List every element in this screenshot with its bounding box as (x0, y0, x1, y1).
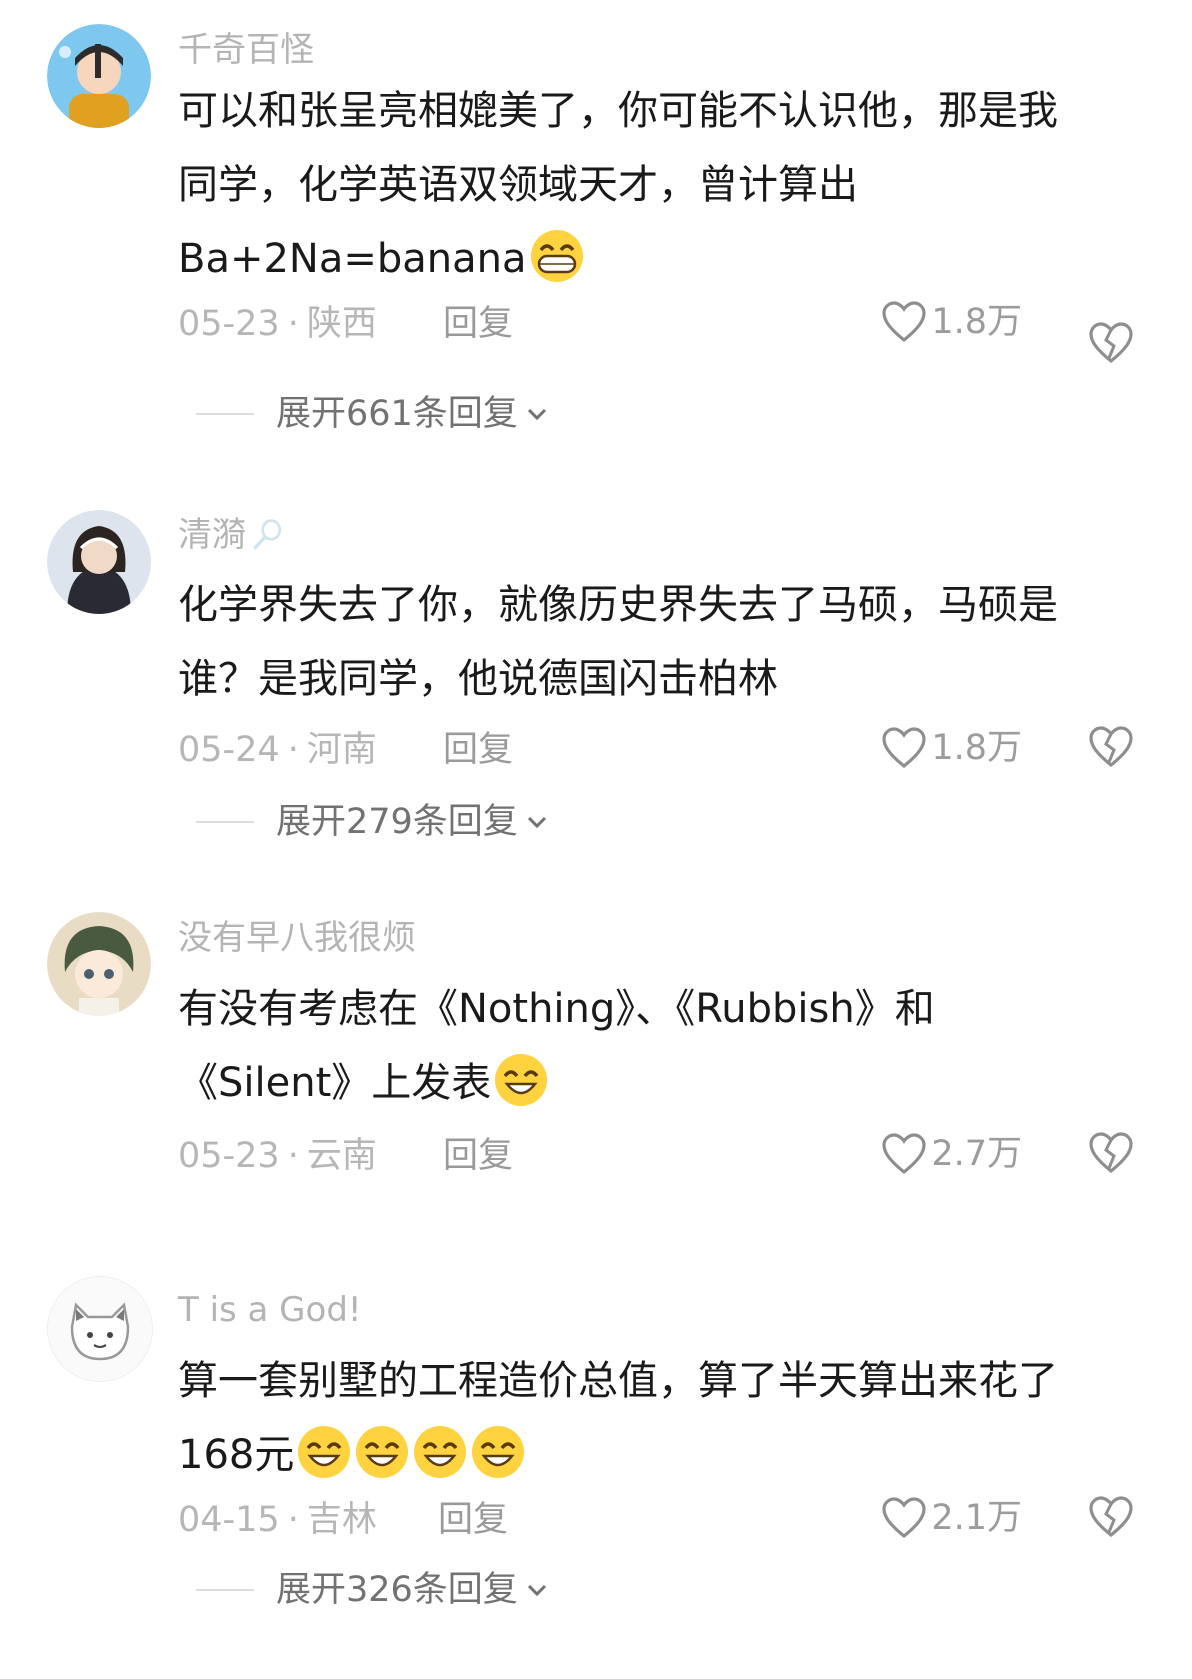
username-text: 清漪 (178, 515, 246, 555)
comment-date: 05-23 (178, 304, 280, 344)
avatar[interactable] (47, 912, 151, 1016)
comment-meta: 05-23 · 云南 (178, 1136, 377, 1176)
like-button[interactable]: 1.8万 (881, 300, 1022, 344)
reply-button[interactable]: 回复 (443, 730, 513, 770)
expand-label: 展开326条回复 (276, 1570, 518, 1610)
comment-date: 05-24 (178, 730, 280, 770)
reply-button[interactable]: 回复 (443, 304, 513, 344)
meta-separator: · (287, 1500, 299, 1540)
chevron-down-icon (527, 1584, 546, 1597)
broken-heart-icon (1089, 322, 1133, 364)
expand-label: 展开279条回复 (276, 802, 518, 842)
smile-emoji-icon (493, 1052, 549, 1108)
comment-line: 168元 (178, 1418, 1138, 1492)
smile-emoji-icon (412, 1424, 468, 1480)
comment-text: 有没有考虑在《Nothing》、《Rubbish》和 《Silent》上发表 (178, 972, 1138, 1120)
username[interactable]: 千奇百怪 (178, 30, 314, 70)
comment-line-text: 《Silent》上发表 (178, 1060, 492, 1106)
dislike-button[interactable] (1088, 1494, 1134, 1540)
username[interactable]: 清漪 (178, 515, 284, 557)
comment-line: 《Silent》上发表 (178, 1046, 1138, 1120)
avatar[interactable] (47, 24, 151, 128)
like-button[interactable]: 1.8万 (881, 726, 1022, 770)
reply-button[interactable]: 回复 (443, 1136, 513, 1176)
dislike-button[interactable] (1088, 1130, 1134, 1176)
comment-text: 化学界失去了你，就像历史界失去了马硕，马硕是 谁？是我同学，他说德国闪击柏林 (178, 568, 1138, 716)
reply-button[interactable]: 回复 (438, 1500, 508, 1540)
comment-line-text: 168元 (178, 1432, 295, 1478)
like-button[interactable]: 2.1万 (881, 1496, 1022, 1540)
badminton-racket-icon (250, 519, 284, 554)
expand-replies[interactable]: 展开279条回复 (196, 802, 548, 842)
comment-meta: 04-15 · 吉林 (178, 1500, 377, 1540)
avatar[interactable] (47, 510, 151, 614)
broken-heart-icon (1089, 726, 1133, 768)
comment-line-text: Ba+2Na=banana (178, 236, 527, 282)
smile-emoji-icon (470, 1424, 526, 1480)
smile-emoji-icon (296, 1424, 352, 1480)
heart-icon (882, 1133, 926, 1175)
comment-date: 04-15 (178, 1500, 280, 1540)
heart-icon (882, 301, 926, 343)
comment-line: 有没有考虑在《Nothing》、《Rubbish》和 (178, 986, 935, 1032)
avatar[interactable] (47, 1276, 153, 1382)
comment-date: 05-23 (178, 1136, 280, 1176)
grin-emoji-icon (529, 228, 585, 284)
like-count: 2.7万 (931, 1134, 1022, 1174)
username[interactable]: 没有早八我很烦 (178, 918, 416, 958)
comment-location: 吉林 (306, 1500, 377, 1540)
comment-location: 陕西 (306, 304, 377, 344)
heart-icon (882, 1497, 926, 1539)
broken-heart-icon (1089, 1496, 1133, 1538)
dislike-button[interactable] (1088, 724, 1134, 770)
comment-meta: 05-23 · 陕西 (178, 304, 377, 344)
like-count: 1.8万 (931, 728, 1022, 768)
comment-line: 化学界失去了你，就像历史界失去了马硕，马硕是 (178, 582, 1058, 628)
expand-replies[interactable]: 展开326条回复 (196, 1570, 548, 1610)
comment-line: 谁？是我同学，他说德国闪击柏林 (178, 656, 778, 702)
divider (196, 821, 254, 823)
comment-location: 河南 (306, 730, 377, 770)
meta-separator: · (287, 1136, 299, 1176)
comment-text: 可以和张呈亮相媲美了，你可能不认识他，那是我 同学，化学英语双领域天才，曾计算出… (178, 74, 1138, 296)
heart-icon (882, 727, 926, 769)
like-count: 1.8万 (931, 302, 1022, 342)
expand-label: 展开661条回复 (276, 394, 518, 434)
dislike-button[interactable] (1088, 320, 1134, 366)
like-count: 2.1万 (931, 1498, 1022, 1538)
comment-line: 可以和张呈亮相媲美了，你可能不认识他，那是我 (178, 88, 1058, 134)
divider (196, 1589, 254, 1591)
chevron-down-icon (527, 816, 546, 829)
expand-replies[interactable]: 展开661条回复 (196, 394, 548, 434)
chevron-down-icon (527, 408, 546, 421)
comment-line: 算一套别墅的工程造价总值，算了半天算出来花了 (178, 1358, 1058, 1404)
username[interactable]: T is a God! (178, 1290, 362, 1330)
meta-separator: · (287, 304, 299, 344)
smile-emoji-icon (354, 1424, 410, 1480)
divider (196, 413, 254, 415)
comment-line: 同学，化学英语双领域天才，曾计算出 (178, 162, 858, 208)
broken-heart-icon (1089, 1132, 1133, 1174)
meta-separator: · (287, 730, 299, 770)
comment-text: 算一套别墅的工程造价总值，算了半天算出来花了 168元 (178, 1344, 1138, 1492)
comment-location: 云南 (306, 1136, 377, 1176)
comment-line: Ba+2Na=banana (178, 222, 1138, 296)
like-button[interactable]: 2.7万 (881, 1132, 1022, 1176)
comment-meta: 05-24 · 河南 (178, 730, 377, 770)
